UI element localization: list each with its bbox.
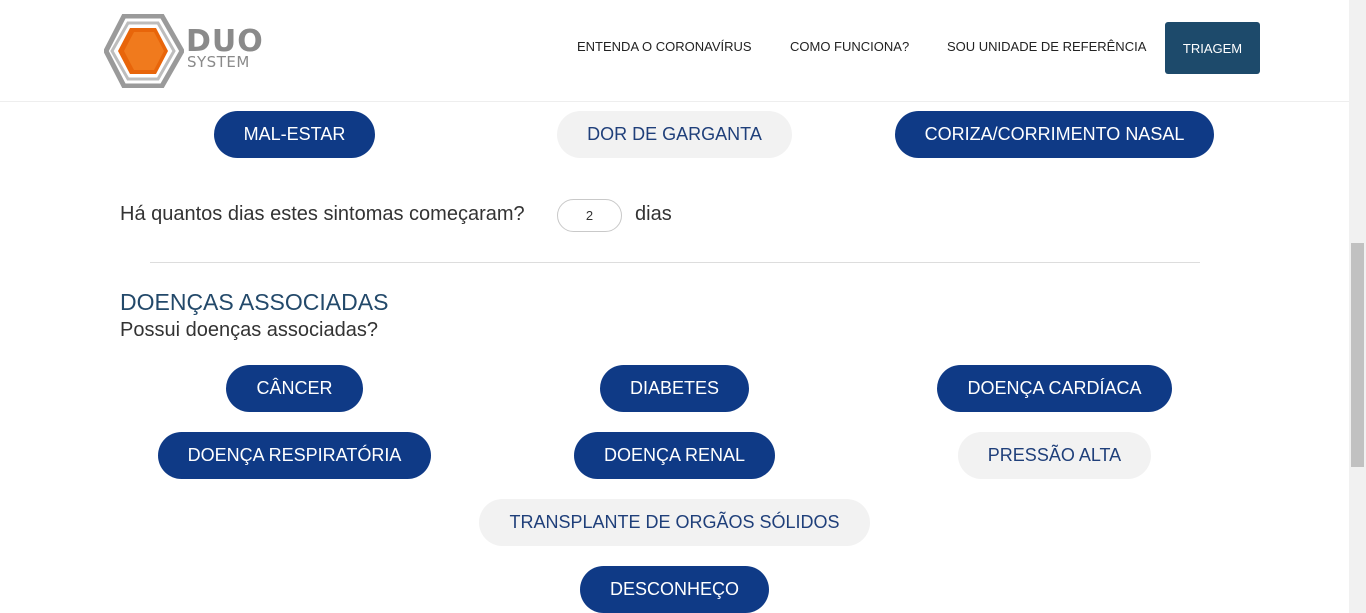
days-question: Há quantos dias estes sintomas começaram… bbox=[120, 203, 525, 225]
nav-como-funciona[interactable]: COMO FUNCIONA? bbox=[790, 39, 909, 54]
condition-transplante[interactable]: TRANSPLANTE DE ORGÃOS SÓLIDOS bbox=[479, 499, 870, 546]
page: DUO SYSTEM ENTENDA O CORONAVÍRUS COMO FU… bbox=[0, 0, 1366, 613]
nav-unidade-referencia[interactable]: SOU UNIDADE DE REFERÊNCIA bbox=[947, 39, 1146, 54]
days-suffix: dias bbox=[635, 203, 672, 225]
symptom-coriza[interactable]: CORIZA/CORRIMENTO NASAL bbox=[895, 111, 1214, 158]
conditions-question: Possui doenças associadas? bbox=[120, 319, 378, 341]
symptom-mal-estar[interactable]: MAL-ESTAR bbox=[214, 111, 375, 158]
condition-desconheco[interactable]: DESCONHEÇO bbox=[580, 566, 769, 613]
nav-entenda-coronavirus[interactable]: ENTENDA O CORONAVÍRUS bbox=[577, 39, 752, 54]
section-title: DOENÇAS ASSOCIADAS bbox=[120, 289, 389, 315]
condition-doenca-respiratoria[interactable]: DOENÇA RESPIRATÓRIA bbox=[158, 432, 431, 479]
triagem-button[interactable]: TRIAGEM bbox=[1165, 22, 1260, 74]
logo-subtitle: SYSTEM bbox=[187, 53, 250, 71]
condition-diabetes[interactable]: DIABETES bbox=[600, 365, 749, 412]
condition-doenca-renal[interactable]: DOENÇA RENAL bbox=[574, 432, 775, 479]
condition-pressao-alta[interactable]: PRESSÃO ALTA bbox=[958, 432, 1151, 479]
section-divider bbox=[150, 262, 1200, 263]
condition-cancer[interactable]: CÂNCER bbox=[226, 365, 363, 412]
hexagon-logo-icon bbox=[103, 13, 185, 89]
condition-doenca-cardiaca[interactable]: DOENÇA CARDÍACA bbox=[937, 365, 1172, 412]
site-header: DUO SYSTEM ENTENDA O CORONAVÍRUS COMO FU… bbox=[0, 0, 1349, 102]
duo-system-logo[interactable]: DUO SYSTEM bbox=[103, 13, 274, 89]
symptom-dor-de-garganta[interactable]: DOR DE GARGANTA bbox=[557, 111, 792, 158]
days-input[interactable] bbox=[557, 199, 622, 232]
scrollbar-thumb[interactable] bbox=[1351, 243, 1364, 467]
